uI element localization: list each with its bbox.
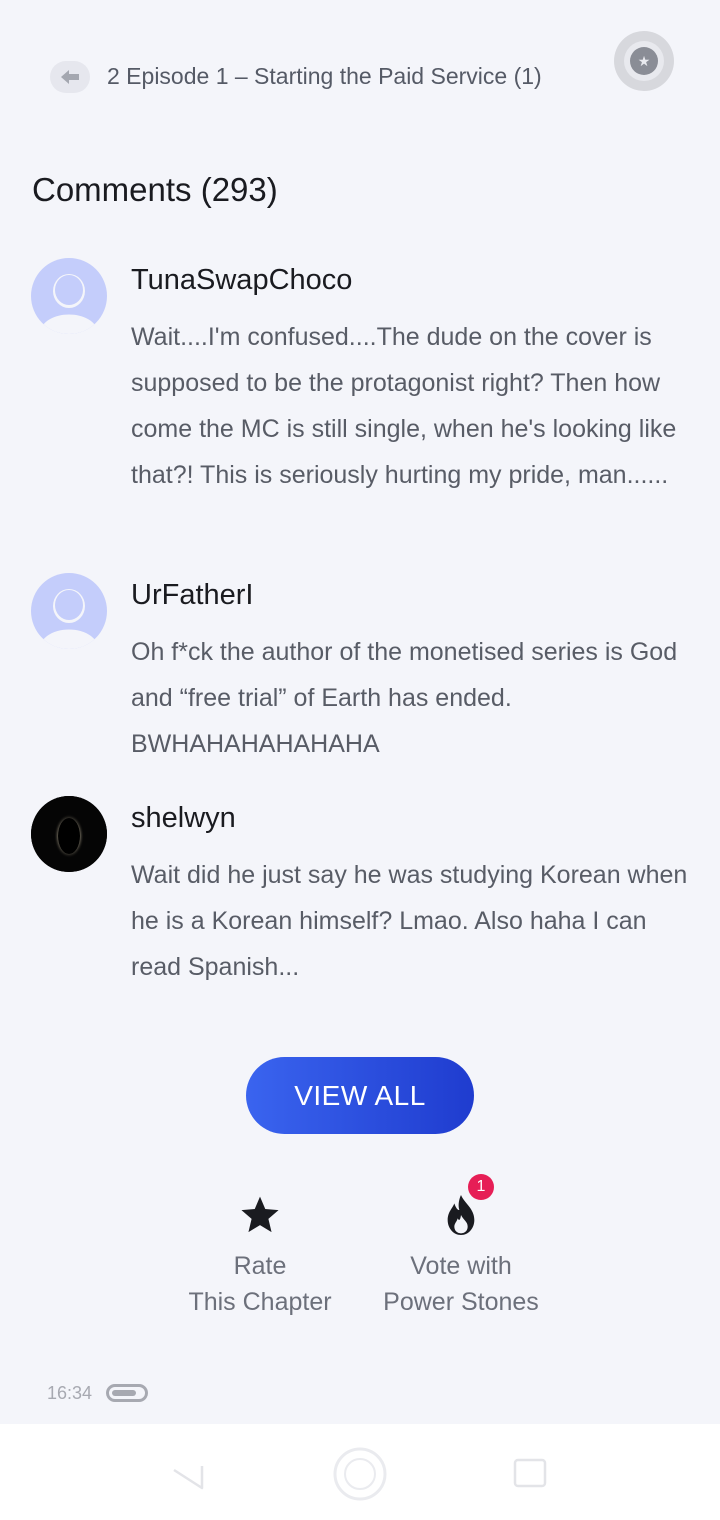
vote-power-stones-button[interactable]: Vote with Power Stones bbox=[376, 1190, 546, 1320]
eclipse-avatar-icon bbox=[31, 796, 107, 872]
top-bar: 2 Episode 1 – Starting the Paid Service … bbox=[0, 0, 720, 150]
rate-label-line2: This Chapter bbox=[188, 1288, 332, 1316]
comment-text: Wait did he just say he was studying Kor… bbox=[131, 861, 688, 981]
comments-title: Comments (293) bbox=[32, 171, 278, 208]
vote-label-line2: Power Stones bbox=[383, 1288, 539, 1316]
user-avatar[interactable] bbox=[31, 258, 107, 334]
username[interactable]: shelwyn bbox=[131, 802, 236, 835]
notification-badge: 1 bbox=[468, 1174, 494, 1200]
view-all-button[interactable]: VIEW ALL bbox=[246, 1057, 474, 1134]
battery-level bbox=[112, 1390, 136, 1396]
medal-icon: ★ bbox=[630, 47, 658, 75]
default-avatar-icon bbox=[39, 274, 99, 334]
default-avatar-icon bbox=[39, 589, 99, 649]
comment-text: Oh f*ck the author of the monetised seri… bbox=[131, 638, 678, 758]
status-time: 16:34 bbox=[47, 1383, 93, 1403]
flame-icon bbox=[447, 1195, 475, 1235]
chapter-title[interactable]: 2 Episode 1 – Starting the Paid Service … bbox=[107, 63, 542, 90]
vote-label-line1: Vote with bbox=[410, 1252, 512, 1280]
comment-text: Wait....I'm confused....The dude on the … bbox=[131, 323, 677, 489]
user-avatar[interactable] bbox=[31, 796, 107, 872]
star-icon bbox=[241, 1196, 279, 1233]
username[interactable]: TunaSwapChoco bbox=[131, 264, 352, 297]
nav-recents-icon[interactable] bbox=[513, 1458, 547, 1488]
back-button[interactable] bbox=[50, 61, 90, 93]
user-avatar[interactable] bbox=[31, 573, 107, 649]
back-arrow-icon bbox=[61, 70, 79, 84]
rate-label-line1: Rate bbox=[233, 1252, 287, 1280]
battery-icon bbox=[106, 1384, 148, 1402]
nav-home-icon[interactable] bbox=[332, 1446, 388, 1502]
nav-back-icon[interactable] bbox=[172, 1464, 204, 1490]
username[interactable]: UrFatherI bbox=[131, 579, 253, 612]
medal-button[interactable]: ★ bbox=[614, 31, 674, 91]
system-nav-bar bbox=[0, 1424, 720, 1520]
rate-chapter-button[interactable]: Rate This Chapter bbox=[180, 1190, 340, 1320]
